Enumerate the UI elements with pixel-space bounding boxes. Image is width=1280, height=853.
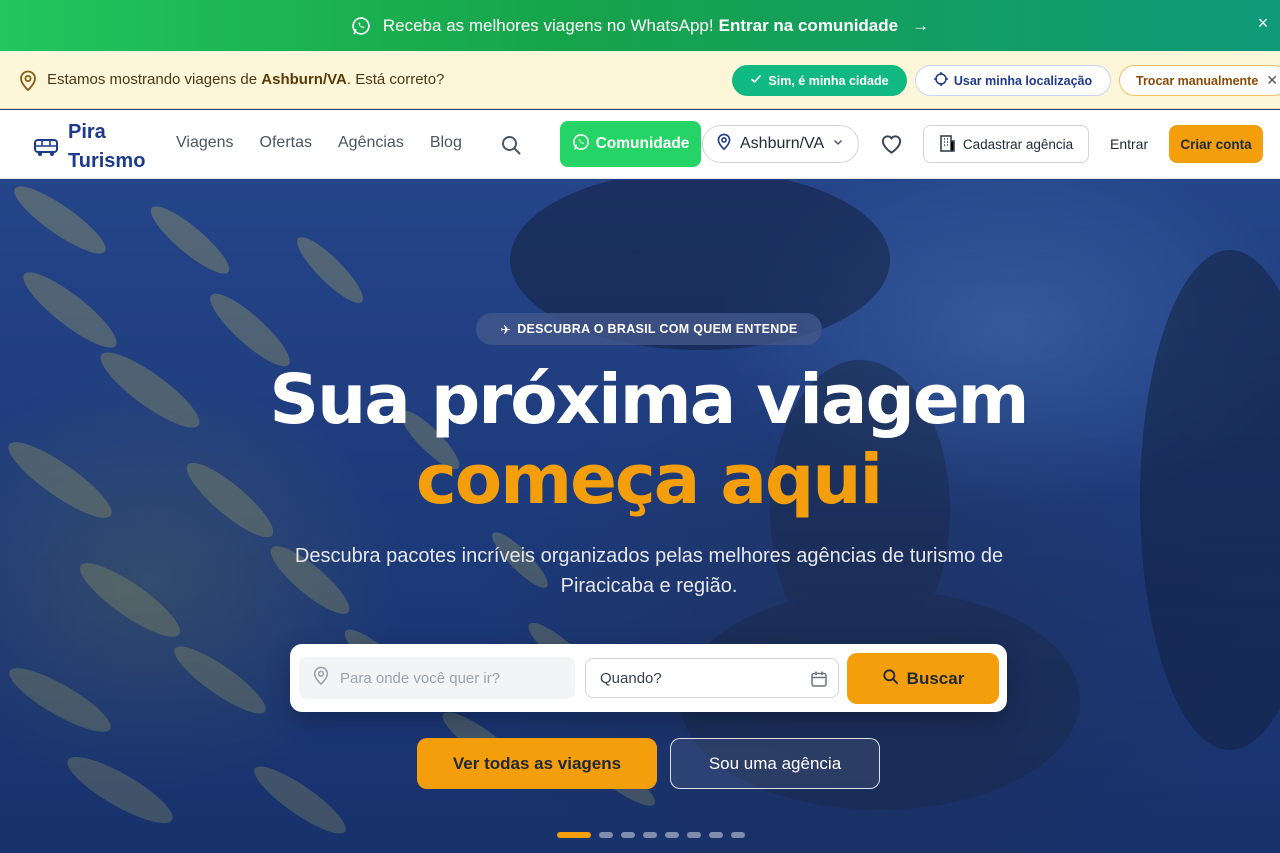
hero-section: ✈ DESCUBRA O BRASIL COM QUEM ENTENDE Sua… <box>0 180 1280 853</box>
main-nav: Viagens Ofertas Agências Blog <box>176 134 462 152</box>
use-my-location-label: Usar minha localização <box>953 73 1093 88</box>
carousel-dot[interactable] <box>621 832 635 838</box>
carousel-dot[interactable] <box>709 832 723 838</box>
carousel-dot[interactable] <box>599 832 613 838</box>
nav-item-viagens[interactable]: Viagens <box>176 134 234 152</box>
location-select[interactable]: Ashburn/VA <box>702 125 859 163</box>
logo-line-2: Turismo <box>68 150 146 172</box>
location-message: Estamos mostrando viagens de Ashburn/VA.… <box>47 71 444 88</box>
search-button[interactable]: Buscar <box>847 653 999 704</box>
site-header: Pira Turismo Viagens Ofertas Agências Bl… <box>0 110 1280 179</box>
destination-input[interactable]: Para onde você quer ir? <box>299 657 575 699</box>
crosshair-icon <box>933 72 948 89</box>
carousel-dot[interactable] <box>687 832 701 838</box>
whatsapp-icon <box>351 16 371 36</box>
search-button-label: Buscar <box>906 668 965 688</box>
community-label: Comunidade <box>595 135 690 152</box>
map-pin-icon <box>18 70 38 92</box>
site-logo[interactable]: Pira Turismo <box>33 118 145 176</box>
search-icon[interactable] <box>500 134 522 156</box>
location-confirm-bar: Estamos mostrando viagens de Ashburn/VA.… <box>0 51 1280 109</box>
location-message-prefix: Estamos mostrando viagens de <box>47 71 258 88</box>
use-my-location-button[interactable]: Usar minha localização <box>915 65 1111 96</box>
signup-button[interactable]: Criar conta <box>1169 125 1263 163</box>
nav-item-agencias[interactable]: Agências <box>338 134 404 152</box>
detected-city: Ashburn/VA <box>261 71 347 88</box>
whatsapp-icon <box>572 133 590 156</box>
close-icon[interactable]: × <box>1254 14 1272 32</box>
hero-badge-text: DESCUBRA O BRASIL COM QUEM ENTENDE <box>517 322 798 336</box>
nav-item-ofertas[interactable]: Ofertas <box>260 134 312 152</box>
map-pin-icon <box>312 666 330 690</box>
hero-subtitle: Descubra pacotes incríveis organizados p… <box>294 545 1004 597</box>
building-icon <box>939 134 955 155</box>
carousel-dot[interactable] <box>643 832 657 838</box>
login-link[interactable]: Entrar <box>1110 136 1148 152</box>
promo-text: Receba as melhores viagens no WhatsApp! <box>382 15 714 35</box>
register-agency-button[interactable]: Cadastrar agência <box>923 125 1089 163</box>
hero-badge: ✈ DESCUBRA O BRASIL COM QUEM ENTENDE <box>476 313 822 345</box>
nav-item-blog[interactable]: Blog <box>430 134 462 152</box>
carousel-dot[interactable] <box>665 832 679 838</box>
date-input[interactable]: Quando? <box>585 658 839 698</box>
favorites-heart-icon[interactable] <box>880 133 903 155</box>
carousel-indicators <box>557 832 745 838</box>
arrow-right-icon: → <box>912 15 930 35</box>
trip-search-box: Para onde você quer ir? Quando? Buscar <box>290 644 1007 712</box>
date-placeholder: Quando? <box>600 669 662 687</box>
i-am-agency-button[interactable]: Sou uma agência <box>670 738 880 789</box>
close-icon[interactable]: ✕ <box>1266 72 1278 89</box>
carousel-dot[interactable] <box>557 832 591 838</box>
view-all-trips-button[interactable]: Ver todas as viagens <box>417 738 657 789</box>
community-button[interactable]: Comunidade <box>560 121 701 167</box>
chevron-down-icon <box>832 135 844 153</box>
hero-title-line-2: começa aqui <box>415 440 883 520</box>
whatsapp-promo-bar[interactable]: Receba as melhores viagens no WhatsApp! … <box>0 0 1280 51</box>
carousel-dot[interactable] <box>731 832 745 838</box>
location-select-value: Ashburn/VA <box>740 135 825 152</box>
logo-line-1: Pira <box>68 121 106 143</box>
promo-cta-link[interactable]: Entrar na comunidade <box>719 16 898 36</box>
check-icon <box>750 73 762 88</box>
hero-title-line-1: Sua próxima viagem <box>269 360 1029 440</box>
confirm-city-label: Sim, é minha cidade <box>768 73 889 88</box>
destination-placeholder: Para onde você quer ir? <box>340 669 501 687</box>
calendar-icon[interactable] <box>810 670 828 688</box>
bus-icon <box>33 136 59 158</box>
change-location-manually-button[interactable]: Trocar manualmente ✕ <box>1119 65 1280 96</box>
location-message-suffix: . Está correto? <box>346 71 445 88</box>
map-pin-icon <box>716 133 732 156</box>
confirm-city-button[interactable]: Sim, é minha cidade <box>732 65 907 96</box>
search-icon <box>882 668 899 690</box>
register-agency-label: Cadastrar agência <box>962 136 1074 152</box>
change-location-label: Trocar manualmente <box>1136 73 1259 88</box>
airplane-icon: ✈ <box>500 322 512 337</box>
